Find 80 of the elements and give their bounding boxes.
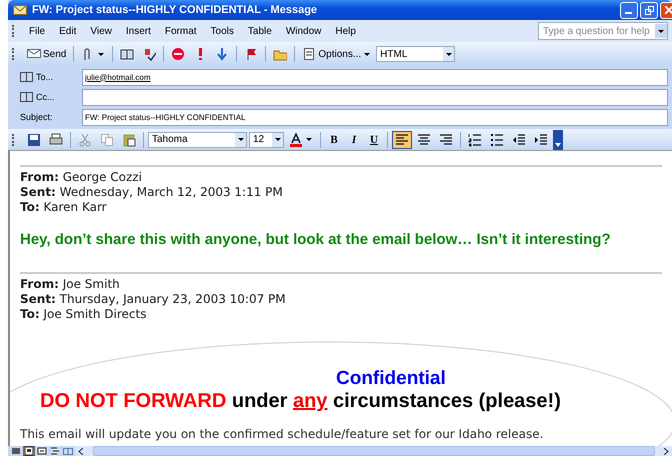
printer-icon (49, 132, 63, 146)
menu-item[interactable]: Table (240, 24, 279, 38)
send-button[interactable]: Send (24, 45, 70, 63)
minimize-button[interactable] (620, 2, 638, 18)
align-left-button[interactable] (392, 130, 412, 148)
address-field[interactable]: julie@hotmail.com (82, 68, 668, 86)
caret-icon (236, 137, 244, 142)
help-search-field[interactable]: Type a question for help (538, 22, 668, 40)
scissors-icon (78, 132, 92, 146)
body-paragraph: This email will update you on the confirmed schedule/feature set for our Idaho release. (20, 427, 544, 441)
header-line: From: George Cozzi (20, 170, 143, 185)
header-line: To: Karen Karr (20, 200, 108, 215)
address-book-icon (20, 72, 33, 82)
bulleted-list-icon (490, 132, 504, 146)
field-label: Subject: (19, 111, 54, 124)
subject-field[interactable]: FW: Project status--HIGHLY CONFIDENTIAL (82, 108, 668, 126)
menu-item[interactable]: File (22, 24, 52, 38)
numbered-list-icon (468, 132, 482, 146)
restore-icon (644, 6, 654, 14)
address-book-icon (120, 47, 134, 61)
options-button[interactable]: Options... (299, 45, 374, 63)
header-line: Sent: Wednesday, March 12, 2003 1:11 PM (20, 185, 284, 200)
align-left-icon (395, 132, 409, 146)
caret-icon (657, 28, 665, 34)
normal-view-icon (11, 446, 21, 456)
underline-button[interactable]: U (365, 130, 383, 148)
address-button[interactable]: To... (12, 69, 82, 85)
align-center-icon (417, 132, 431, 146)
header-line: From: Joe Smith (20, 277, 121, 292)
font-color-icon (289, 132, 303, 146)
outdent-icon (512, 132, 526, 146)
grip-handle[interactable] (12, 25, 16, 37)
italic-button[interactable]: I (345, 130, 363, 148)
address-button[interactable]: Cc... (12, 89, 82, 105)
format-dropdown[interactable]: HTML (376, 46, 456, 62)
dropdown-button[interactable] (655, 24, 667, 38)
align-right-icon (439, 132, 453, 146)
save-icon (27, 132, 41, 146)
view-button[interactable] (49, 446, 61, 456)
menu-item[interactable]: Insert (118, 24, 158, 38)
caret-icon (305, 137, 313, 142)
down-arrow-icon (215, 47, 230, 61)
font-dropdown[interactable]: Tahoma (148, 132, 247, 148)
window-title: FW: Project status--HIGHLY CONFIDENTIAL - Message (32, 4, 318, 16)
close-icon (665, 6, 672, 14)
toolbar-options-button[interactable] (553, 130, 563, 150)
banner-text: DO NOT FORWARD under any circumstances (please!) (40, 390, 562, 413)
envelope-icon (13, 5, 27, 15)
indent-icon (534, 132, 548, 146)
grip-handle[interactable] (12, 48, 16, 60)
caret-icon (444, 52, 453, 56)
spell-check-icon (142, 47, 156, 61)
stop-icon (171, 47, 186, 61)
caret-icon (274, 137, 282, 142)
menu-item[interactable]: Tools (204, 24, 241, 38)
restore-button[interactable] (640, 2, 658, 18)
envelope-icon (27, 47, 41, 61)
document-icon (302, 47, 316, 61)
clipboard-icon (122, 132, 136, 146)
font-size-dropdown[interactable]: 12 (249, 132, 284, 148)
view-button[interactable] (36, 446, 48, 456)
header-line: To: Joe Smith Directs (20, 307, 148, 322)
banner-title: Confidential (336, 368, 446, 390)
caret-icon (97, 52, 106, 56)
outline-view-icon (50, 446, 60, 456)
header-line: Sent: Thursday, January 23, 2003 10:07 PM (20, 292, 287, 307)
message-note: Hey, don’t share this with anyone, but look at the email below… Isn’t it interesting? (20, 231, 612, 248)
menu-item[interactable]: Edit (52, 24, 84, 38)
menu-item[interactable]: Format (158, 24, 204, 38)
grip-handle[interactable] (12, 134, 16, 146)
menu-item[interactable]: Window (278, 24, 328, 38)
address-book-icon (20, 92, 33, 102)
caret-icon (555, 142, 561, 146)
menu-item[interactable]: View (83, 24, 119, 38)
copy-icon (100, 132, 114, 146)
address-field[interactable] (82, 88, 668, 106)
caret-icon (363, 52, 372, 56)
view-button[interactable] (23, 446, 35, 456)
menu-item[interactable]: Help (328, 24, 363, 38)
bold-button[interactable]: B (325, 130, 343, 148)
